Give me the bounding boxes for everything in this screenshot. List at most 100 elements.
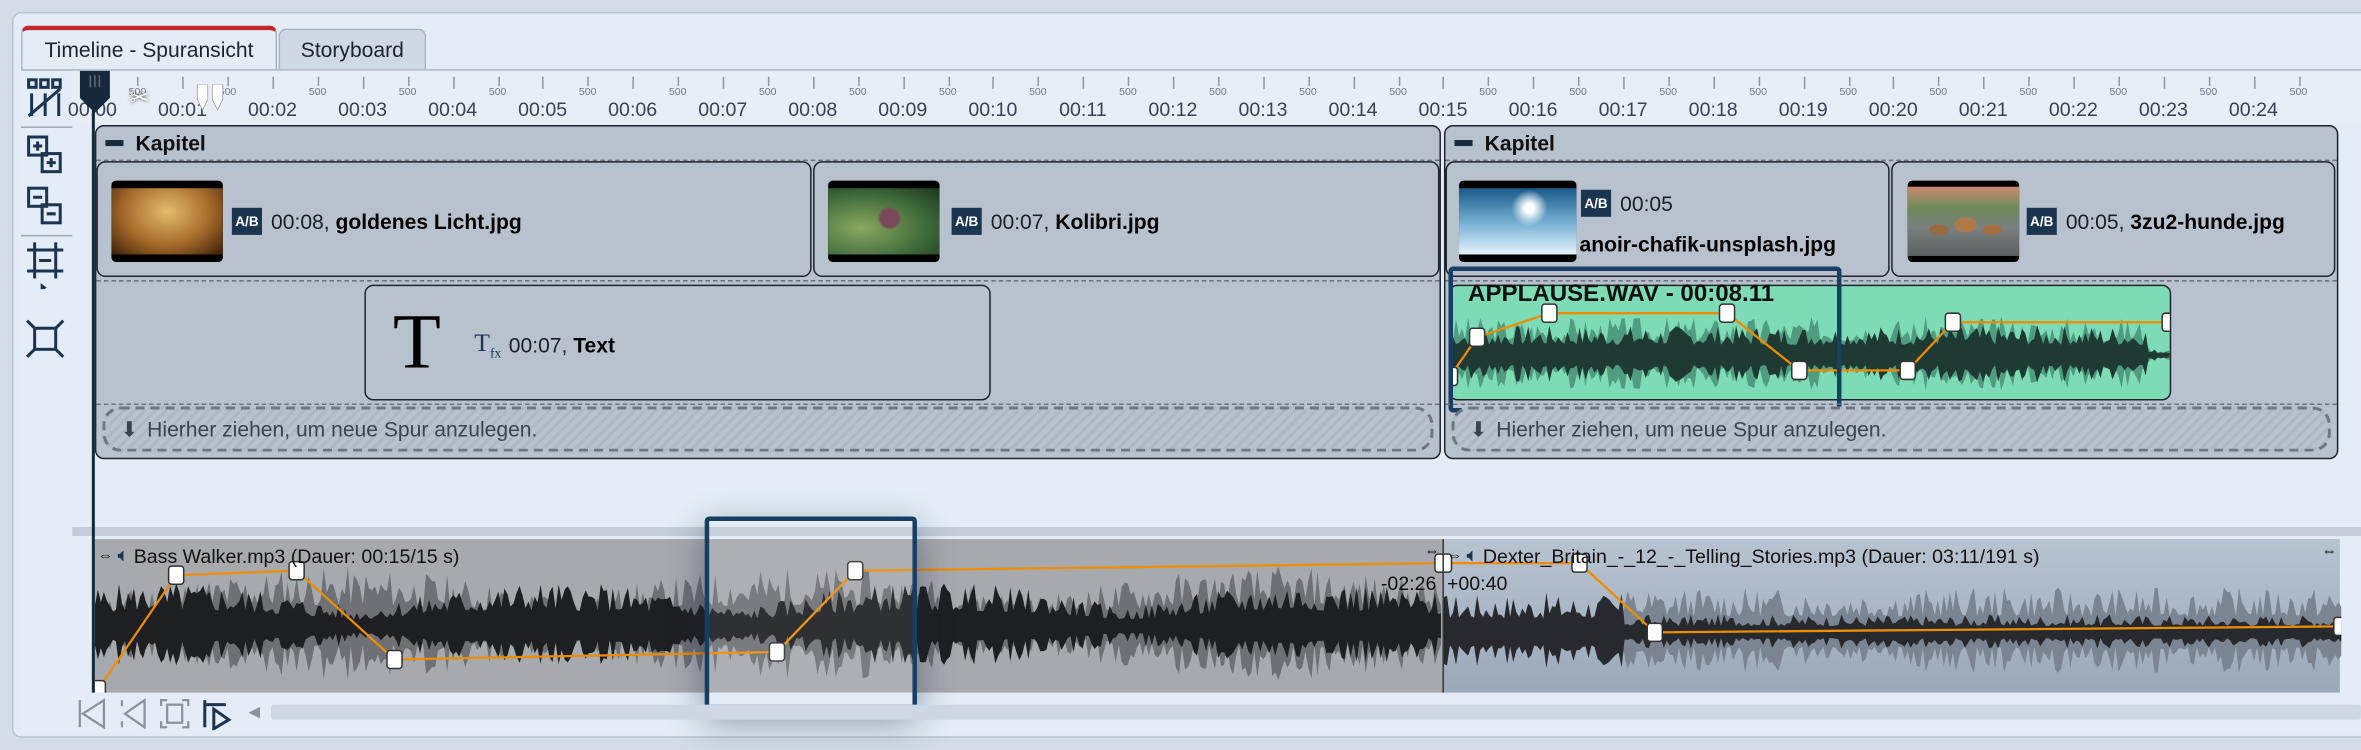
resize-handle-icon[interactable]: ⇔: [1424, 544, 1439, 561]
playhead-handle[interactable]: [79, 70, 110, 121]
magnifier-frame[interactable]: [704, 516, 917, 710]
ruler-half-label: 500: [758, 87, 777, 98]
envelope-point[interactable]: [1899, 360, 1917, 381]
marker-icon[interactable]: [194, 83, 227, 119]
ruler-label: 00:22: [2048, 97, 2098, 121]
tab-storyboard[interactable]: Storyboard: [278, 28, 427, 70]
ruler-label: 00:15: [1418, 97, 1468, 121]
selection-frame[interactable]: APPLAUSE.WAV - 00:08.11: [1448, 266, 1842, 413]
add-track-icon[interactable]: [24, 134, 66, 176]
transition-icon[interactable]: A/B: [1580, 189, 1612, 217]
drop-hint: Hierher ziehen, um neue Spur anzulegen.: [147, 417, 538, 442]
ruler-label: 00:17: [1598, 97, 1648, 121]
transition-icon[interactable]: A/B: [231, 207, 262, 235]
ruler-label: 00:18: [1688, 97, 1738, 121]
envelope-point[interactable]: [1944, 312, 1962, 333]
ruler-label: 00:23: [2138, 97, 2188, 121]
speaker-icon[interactable]: 🔈︎: [117, 544, 129, 568]
audio-clip-title: Bass Walker.mp3 (Dauer: 00:15/15 s): [133, 544, 460, 567]
ruler-half-label: 500: [1659, 87, 1677, 98]
chapter-title: Kapitel: [135, 130, 206, 156]
resize-handle-icon[interactable]: ⇔: [2322, 544, 2337, 561]
tab-timeline[interactable]: Timeline - Spuransicht: [21, 25, 278, 70]
image-clip[interactable]: A/B 00:07, Kolibri.jpg: [813, 161, 1440, 278]
time-ruler[interactable]: 50000:0050000:0150000:0250000:0350000:04…: [68, 70, 2361, 124]
ruler-half-tick: [1938, 76, 1940, 86]
envelope-point[interactable]: [1646, 622, 1664, 643]
ruler-half-label: 500: [1479, 87, 1497, 98]
collapse-icon[interactable]: [1454, 140, 1473, 147]
ruler-half-tick: [1127, 76, 1130, 86]
ruler-tick: [632, 76, 635, 89]
ruler-half-label: 500: [1569, 87, 1587, 98]
chapter-header[interactable]: Kapitel: [96, 126, 1440, 162]
playhead-line[interactable]: [91, 90, 95, 693]
ruler-half-tick: [2208, 76, 2210, 86]
ruler-half-tick: [947, 76, 950, 86]
ruler-label: 00:02: [248, 97, 298, 121]
ruler-half-label: 500: [2109, 87, 2128, 98]
fit-frame-icon[interactable]: [24, 242, 66, 290]
ruler-label: 00:08: [788, 97, 838, 121]
ruler-half-tick: [1668, 76, 1670, 86]
ruler-label: 00:10: [968, 97, 1018, 121]
collapse-icon[interactable]: [105, 140, 124, 147]
audio-clip-title: Dexter_Britain_-_12_-_Telling_Stories.mp…: [1482, 544, 2040, 567]
thumbnail-goldenes-licht: [111, 180, 223, 262]
ruler-half-tick: [1758, 76, 1760, 86]
drop-hint: Hierher ziehen, um neue Spur anzulegen.: [1496, 417, 1887, 442]
image-clip[interactable]: A/B 00:08, goldenes Licht.jpg: [96, 161, 812, 278]
envelope-point[interactable]: [2161, 312, 2171, 333]
ruler-half-label: 500: [2289, 87, 2308, 98]
resize-handle-icon[interactable]: ⇔: [98, 547, 113, 564]
fit-view-icon[interactable]: [158, 697, 191, 730]
audio-clip-dexter-britain[interactable]: ⇔ 🔈︎ Dexter_Britain_-_12_-_Telling_Stories…: [1442, 539, 2342, 693]
scissors-icon[interactable]: ✂: [129, 83, 149, 113]
ruler-label: 00:04: [428, 97, 478, 121]
ruler-half-label: 500: [1119, 87, 1137, 98]
split-tracks-icon[interactable]: [24, 77, 66, 119]
ruler-label: 00:06: [608, 97, 658, 121]
image-clip[interactable]: A/B 00:05, 3zu2-hunde.jpg: [1891, 161, 2336, 278]
ruler-tick: [272, 76, 275, 89]
text-clip[interactable]: T Tfx 00:07, Text: [364, 284, 991, 401]
envelope-point[interactable]: [94, 679, 107, 693]
speaker-icon[interactable]: 🔈︎: [1467, 544, 1479, 568]
ruler-label: 00:20: [1868, 97, 1918, 121]
ruler-tick: [1082, 76, 1085, 89]
envelope-point[interactable]: [2333, 616, 2342, 637]
scroll-left-arrow[interactable]: ◀: [248, 705, 260, 722]
horizontal-scrollbar[interactable]: [271, 704, 2361, 720]
text-effect-icon[interactable]: Tfx: [474, 328, 501, 360]
play-from-cursor-icon[interactable]: [200, 697, 233, 732]
previous-marker-icon[interactable]: [117, 697, 150, 730]
ruler-tick: [1262, 76, 1265, 89]
ruler-label: 00:21: [1958, 97, 2008, 121]
transition-icon[interactable]: A/B: [2026, 207, 2057, 235]
transition-icon[interactable]: A/B: [951, 207, 982, 235]
clip-name: anoir-chafik-unsplash.jpg: [1579, 231, 1836, 256]
ruler-tick: [452, 76, 455, 89]
ruler-half-tick: [1217, 76, 1220, 86]
ruler-tick: [2163, 76, 2165, 89]
ruler-half-tick: [1578, 76, 1580, 86]
track-separator[interactable]: [72, 526, 2361, 537]
envelope-point[interactable]: [386, 649, 403, 670]
envelope-point[interactable]: [167, 565, 185, 585]
remove-track-icon[interactable]: [24, 185, 66, 227]
drop-zone[interactable]: ⬇ Hierher ziehen, um neue Spur anzulegen.: [1451, 406, 2331, 452]
chapter-header[interactable]: Kapitel: [1445, 126, 2337, 162]
audio-clip-label: APPLAUSE.WAV - 00:08.11: [1468, 281, 1775, 308]
ruler-half-tick: [1307, 76, 1310, 86]
ruler-half-label: 500: [2199, 87, 2218, 98]
track-divider: [1445, 403, 2337, 406]
clip-label: 00:05, 3zu2-hunde.jpg: [2065, 209, 2285, 234]
drop-zone[interactable]: ⬇ Hierher ziehen, um neue Spur anzulegen.: [102, 406, 1434, 452]
arrow-down-icon: ⬇: [1469, 416, 1488, 441]
go-start-icon[interactable]: [75, 697, 108, 730]
image-clip[interactable]: A/B 00:05 anoir-chafik-unsplash.jpg: [1445, 161, 1890, 278]
chapter-title: Kapitel: [1484, 130, 1555, 156]
ruler-tick: [2073, 76, 2075, 89]
resize-handle-icon[interactable]: ⇔: [1447, 547, 1462, 564]
fit-all-icon[interactable]: [24, 318, 66, 360]
